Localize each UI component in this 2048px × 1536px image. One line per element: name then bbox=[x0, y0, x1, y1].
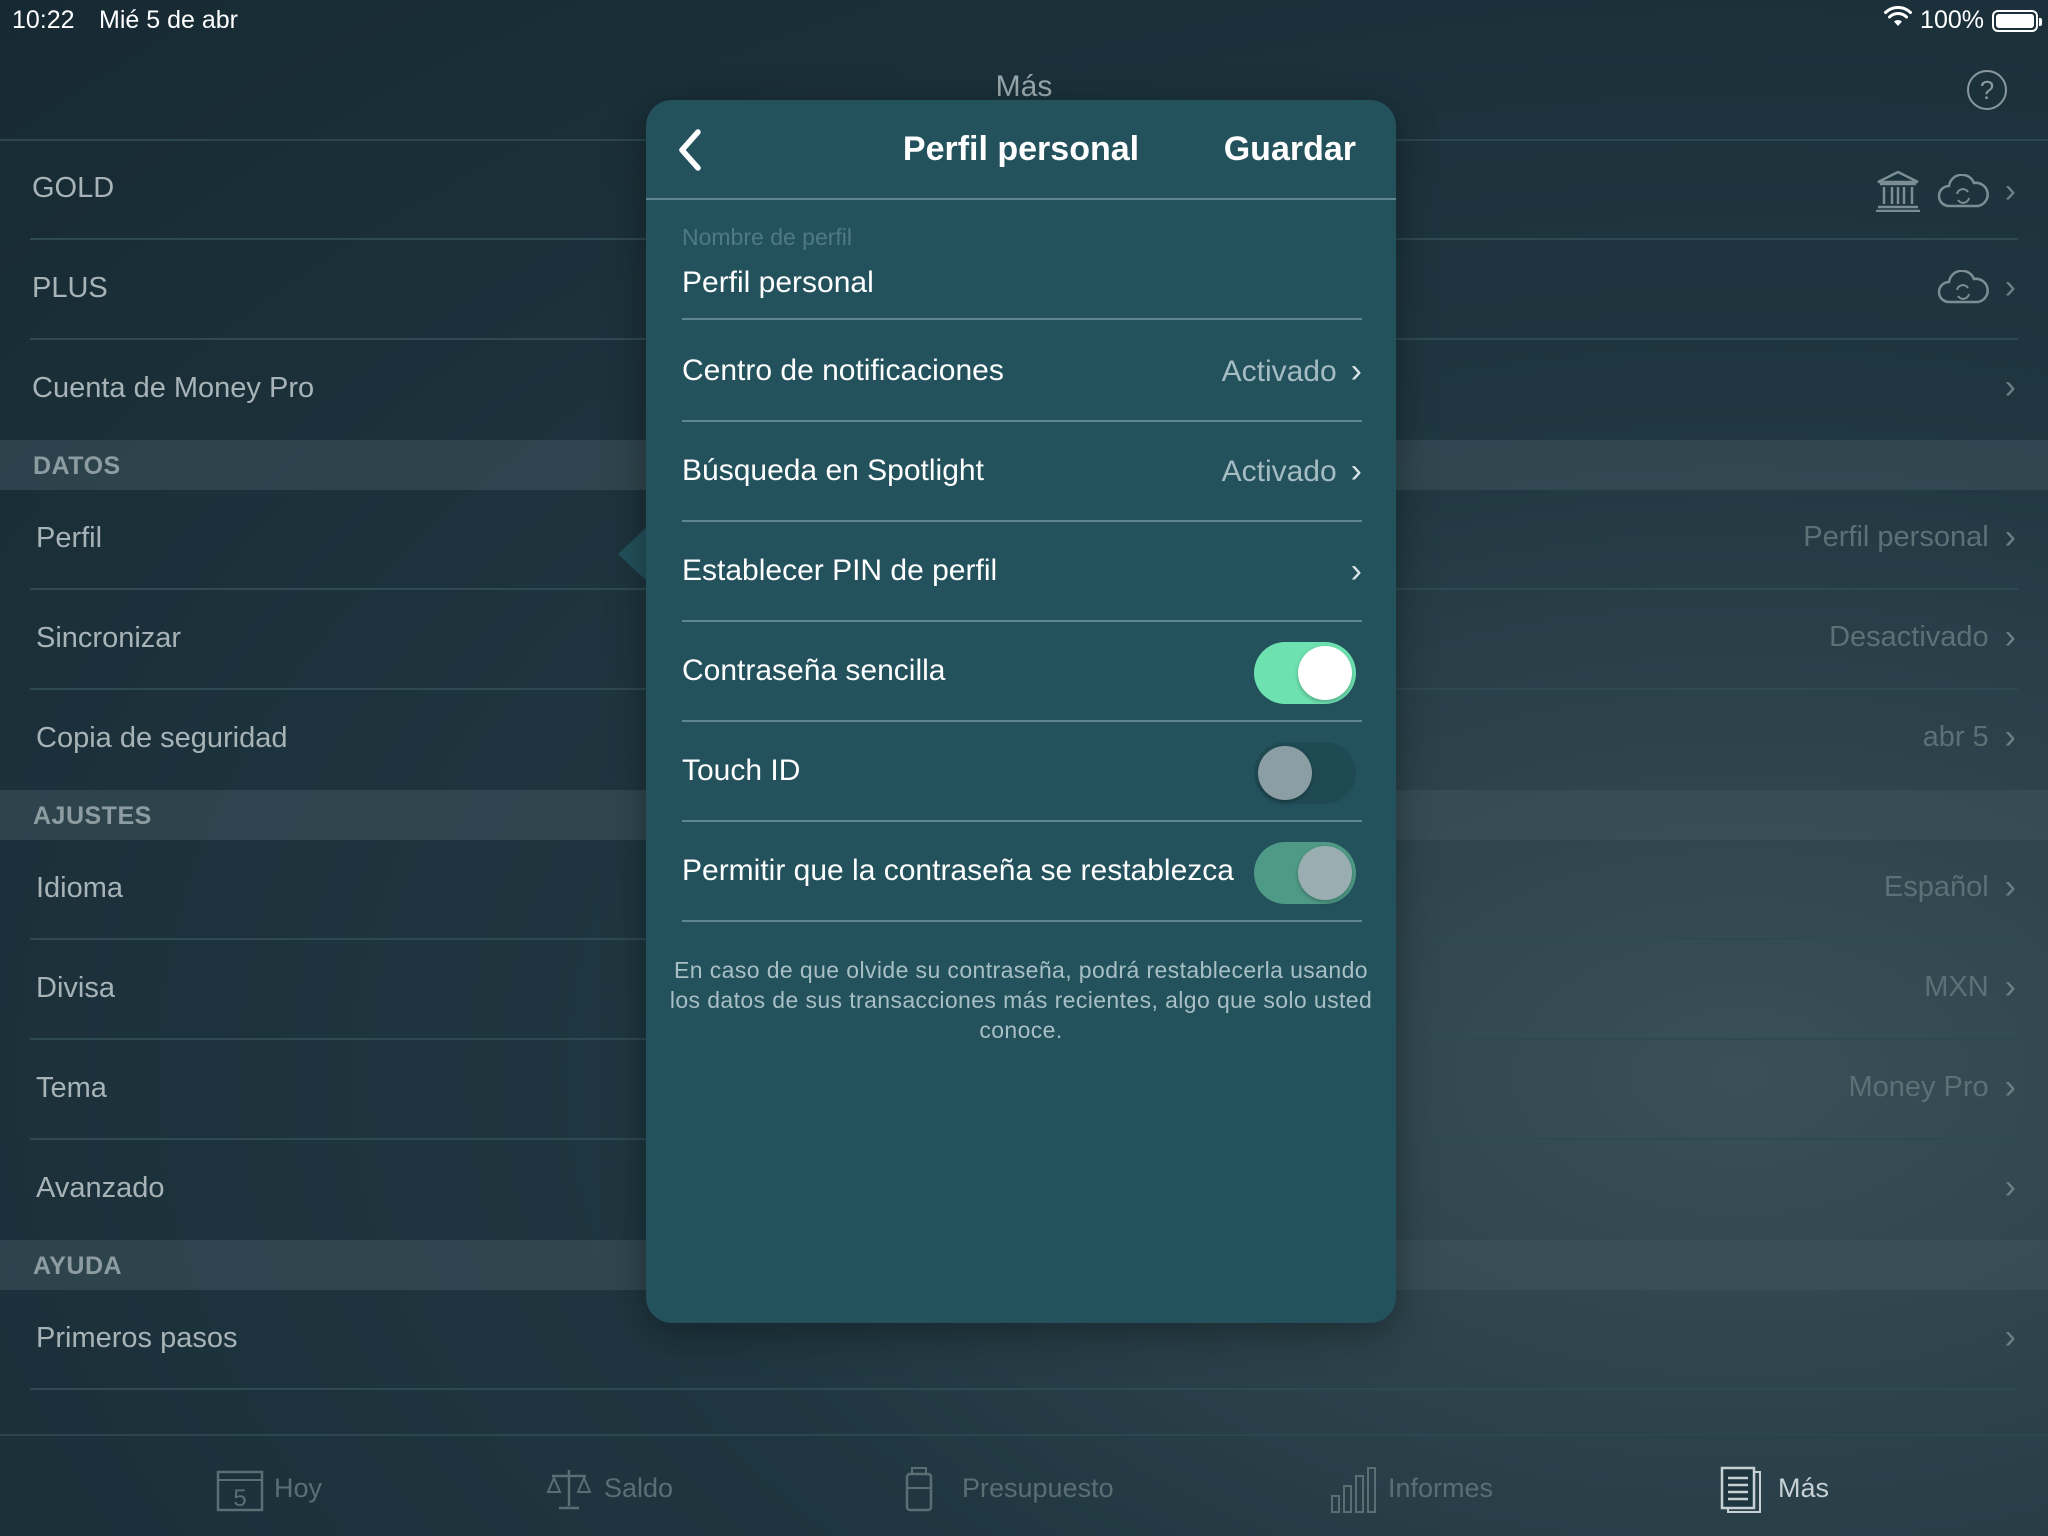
list-item-label: Perfil bbox=[36, 522, 103, 554]
chevron-right-icon: › bbox=[1350, 552, 1362, 590]
status-bar: 10:22 Mié 5 de abr 100% bbox=[0, 0, 2048, 40]
simple-password-row: Contraseña sencilla bbox=[682, 622, 1362, 722]
profile-name-input[interactable]: Perfil personal bbox=[682, 266, 874, 300]
calendar-icon: 5 bbox=[216, 1466, 264, 1512]
tab-informes[interactable]: Informes bbox=[1330, 1466, 1494, 1513]
list-item-value: Money Pro bbox=[1848, 1070, 1989, 1103]
bank-icon bbox=[1875, 170, 1921, 213]
allow-reset-row: Permitir que la contraseña se restablezc… bbox=[682, 822, 1362, 922]
list-item-label: Avanzado bbox=[36, 1172, 165, 1204]
save-button[interactable]: Guardar bbox=[1224, 130, 1356, 169]
chevron-right-icon: › bbox=[2004, 868, 2016, 906]
chevron-right-icon: › bbox=[2004, 1068, 2016, 1106]
tab-presupuesto[interactable]: Presupuesto bbox=[904, 1466, 1114, 1512]
list-item-label: Primeros pasos bbox=[36, 1322, 238, 1354]
chevron-right-icon: › bbox=[2004, 968, 2016, 1006]
wifi-icon bbox=[1884, 5, 1913, 35]
list-item-label: Sincronizar bbox=[36, 622, 182, 654]
row-label: Centro de notificaciones bbox=[682, 354, 1004, 387]
profile-name-field[interactable]: Nombre de perfil Perfil personal bbox=[682, 224, 1362, 320]
chevron-right-icon: › bbox=[2004, 368, 2016, 406]
page-title: Más bbox=[995, 70, 1053, 103]
cloud-sync-icon bbox=[1937, 173, 1989, 208]
list-item-label: GOLD bbox=[32, 172, 115, 204]
row-label: Contraseña sencilla bbox=[682, 654, 946, 687]
document-list-icon bbox=[1720, 1466, 1764, 1513]
list-item-value: Perfil personal bbox=[1803, 520, 1989, 553]
list-item-label: Idioma bbox=[36, 872, 124, 904]
scale-icon bbox=[546, 1466, 592, 1510]
tab-label: Hoy bbox=[274, 1472, 323, 1503]
password-reset-footnote: En caso de que olvide su contraseña, pod… bbox=[669, 957, 1373, 1043]
help-button[interactable]: ? bbox=[1967, 70, 2007, 110]
tab-label: Presupuesto bbox=[962, 1472, 1114, 1503]
simple-password-toggle[interactable] bbox=[1254, 642, 1356, 704]
list-item-value: abr 5 bbox=[1922, 720, 1989, 753]
row-label: Touch ID bbox=[682, 754, 801, 787]
tab-saldo[interactable]: Saldo bbox=[546, 1466, 673, 1510]
tab-bar: 5 Hoy Saldo Presupuesto Informes Más bbox=[0, 1434, 2048, 1536]
battery-percent: 100% bbox=[1920, 6, 1984, 34]
tab-label: Más bbox=[1778, 1472, 1830, 1503]
popover-arrow bbox=[618, 526, 648, 582]
touch-id-toggle[interactable] bbox=[1254, 742, 1356, 804]
list-item-label: Copia de seguridad bbox=[36, 722, 288, 754]
list-item-label: Divisa bbox=[36, 972, 115, 1004]
row-value: Activado bbox=[1221, 354, 1337, 388]
chevron-right-icon: › bbox=[1350, 352, 1362, 390]
notifications-row[interactable]: Centro de notificaciones Activado › bbox=[682, 322, 1362, 422]
list-item-value: Desactivado bbox=[1829, 620, 1989, 653]
chevron-right-icon: › bbox=[2004, 1168, 2016, 1206]
row-value: Activado bbox=[1221, 454, 1337, 488]
popover-header: Perfil personal Guardar bbox=[646, 100, 1396, 200]
list-item-value: Español bbox=[1883, 870, 1989, 903]
chevron-right-icon: › bbox=[2004, 1318, 2016, 1356]
battery-icon bbox=[1992, 9, 2042, 32]
status-date: Mié 5 de abr bbox=[99, 6, 238, 34]
tab-label: Informes bbox=[1388, 1472, 1494, 1503]
status-right: 100% bbox=[1884, 5, 2042, 35]
calendar-day: 5 bbox=[233, 1485, 246, 1512]
chevron-right-icon: › bbox=[2004, 518, 2016, 556]
chevron-right-icon: › bbox=[2004, 268, 2016, 306]
tab-hoy[interactable]: 5 Hoy bbox=[216, 1466, 323, 1512]
cloud-sync-icon bbox=[1937, 269, 1989, 304]
row-label: Búsqueda en Spotlight bbox=[682, 454, 984, 487]
status-time: 10:22 bbox=[12, 6, 75, 34]
chevron-right-icon: › bbox=[1350, 452, 1362, 490]
list-item-label: PLUS bbox=[32, 272, 108, 304]
tab-mas[interactable]: Más bbox=[1720, 1466, 1830, 1513]
budget-icon bbox=[904, 1466, 948, 1512]
bar-chart-icon bbox=[1330, 1466, 1376, 1513]
list-item-value: MXN bbox=[1924, 970, 1989, 1003]
chevron-right-icon: › bbox=[2004, 172, 2016, 210]
tab-label: Saldo bbox=[604, 1472, 674, 1503]
list-item-label: Tema bbox=[36, 1072, 107, 1104]
chevron-right-icon: › bbox=[2004, 618, 2016, 656]
spotlight-row[interactable]: Búsqueda en Spotlight Activado › bbox=[682, 422, 1362, 522]
row-label: Establecer PIN de perfil bbox=[682, 554, 998, 587]
allow-reset-toggle[interactable] bbox=[1254, 842, 1356, 904]
set-pin-row[interactable]: Establecer PIN de perfil › bbox=[682, 522, 1362, 622]
profile-popover: Perfil personal Guardar Nombre de perfil… bbox=[646, 100, 1396, 1323]
touch-id-row: Touch ID bbox=[682, 722, 1362, 822]
field-label: Nombre de perfil bbox=[682, 224, 853, 250]
chevron-right-icon: › bbox=[2004, 718, 2016, 756]
row-label: Permitir que la contraseña se restablezc… bbox=[682, 854, 1234, 887]
app-window: 10:22 Mié 5 de abr 100% Más ? GOLD › PLU… bbox=[0, 0, 2048, 1536]
list-item-label: Cuenta de Money Pro bbox=[32, 372, 315, 404]
